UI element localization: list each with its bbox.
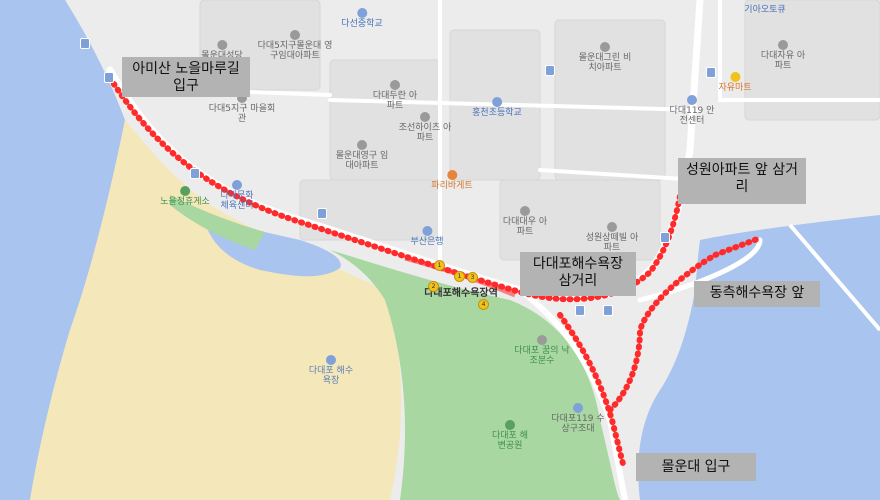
- poi-pin-icon: [573, 403, 583, 413]
- poi-dadae5-office[interactable]: 다대5지구 마을회관: [207, 93, 277, 124]
- poi-pin-icon: [290, 30, 300, 40]
- poi-pin-icon: [357, 8, 367, 18]
- subway-exit-icon[interactable]: 2: [428, 281, 439, 292]
- poi-pin-icon: [217, 40, 227, 50]
- poi-seongwon-apt[interactable]: 성원상떼빌 아파트: [582, 222, 642, 253]
- subway-exit-icon[interactable]: 3: [467, 272, 478, 283]
- poi-pin-icon: [537, 335, 547, 345]
- poi-molun-beach-apt[interactable]: 몰운대그린 비치아파트: [575, 42, 635, 73]
- poi-pin-icon: [607, 222, 617, 232]
- callout-dongchuk: 동측해수욕장 앞: [694, 281, 820, 307]
- poi-dadaepo-beach[interactable]: 다대포 해수욕장: [306, 355, 356, 386]
- poi-pin-icon: [492, 97, 502, 107]
- bus-stop-icon[interactable]: [660, 232, 670, 243]
- poi-pin-icon: [600, 42, 610, 52]
- map-view[interactable]: 다대5지구 마을회관 다대5지구몰운대 영구임대아파트 다선중학교 다대두란 아…: [0, 0, 880, 500]
- bus-stop-icon[interactable]: [545, 65, 555, 76]
- poi-pin-icon: [730, 72, 740, 82]
- poi-pin-icon: [687, 95, 697, 105]
- poi-dadae-culture[interactable]: 다대문화 체육센터: [215, 180, 259, 211]
- poi-pin-icon: [232, 180, 242, 190]
- poi-pin-icon: [420, 112, 430, 122]
- subway-exit-icon[interactable]: 4: [478, 299, 489, 310]
- poi-dadae-daewoo[interactable]: 다대대우 아파트: [500, 206, 550, 237]
- poi-pin-icon: [390, 80, 400, 90]
- poi-dadae-jayu-apt[interactable]: 다대자유 아파트: [758, 40, 808, 71]
- poi-paris-bakery[interactable]: 파리바게트: [431, 170, 473, 191]
- poi-pin-icon: [520, 206, 530, 216]
- bus-stop-icon[interactable]: [104, 72, 114, 83]
- poi-joseon-apt[interactable]: 조선하이츠 아파트: [395, 112, 455, 143]
- poi-busan-bank[interactable]: 부산은행: [410, 226, 444, 247]
- poi-pin-icon: [778, 40, 788, 50]
- callout-amisan: 아미산 노을마루길 입구: [122, 57, 250, 97]
- bus-stop-icon[interactable]: [706, 67, 716, 78]
- poi-kia-repair[interactable]: 기아오토큐: [744, 5, 785, 15]
- poi-jayu-mart[interactable]: 자유마트: [718, 72, 752, 93]
- poi-dadae119-rescue[interactable]: 다대포119 수상구조대: [548, 403, 608, 434]
- bus-stop-icon[interactable]: [317, 208, 327, 219]
- subway-exit-icon[interactable]: 1: [454, 271, 465, 282]
- bus-stop-icon[interactable]: [190, 168, 200, 179]
- poi-dadae-dream[interactable]: 다대포 꿈의 낙조분수: [512, 335, 572, 366]
- poi-dadae-duran[interactable]: 다대두란 아파트: [370, 80, 420, 111]
- poi-pin-icon: [447, 170, 457, 180]
- poi-pin-icon: [180, 186, 190, 196]
- poi-pin-icon: [505, 420, 515, 430]
- poi-hongtan-elem[interactable]: 홍천초등학교: [472, 97, 522, 118]
- poi-molun-rental[interactable]: 몰운대영구 임대아파트: [332, 140, 392, 171]
- poi-noeul-rest[interactable]: 노을정휴게소: [160, 186, 210, 207]
- callout-dadaepo-market: 다대포해수욕장 삼거리: [520, 252, 636, 296]
- poi-dasun-middle[interactable]: 다선중학교: [341, 8, 383, 29]
- bus-stop-icon[interactable]: [80, 38, 90, 49]
- subway-exit-icon[interactable]: 1: [434, 260, 445, 271]
- bus-stop-icon[interactable]: [575, 305, 585, 316]
- poi-dadae-beach-park[interactable]: 다대포 해변공원: [488, 420, 532, 451]
- poi-pin-icon: [422, 226, 432, 236]
- callout-seongwon: 성원아파트 앞 삼거리: [678, 158, 806, 204]
- poi-pin-icon: [326, 355, 336, 365]
- poi-dadae5-apt[interactable]: 다대5지구몰운대 영구임대아파트: [255, 30, 335, 61]
- poi-pin-icon: [357, 140, 367, 150]
- callout-molundae: 몰운대 입구: [636, 453, 756, 481]
- bus-stop-icon[interactable]: [603, 305, 613, 316]
- poi-dadae119[interactable]: 다대119 안전센터: [667, 95, 717, 126]
